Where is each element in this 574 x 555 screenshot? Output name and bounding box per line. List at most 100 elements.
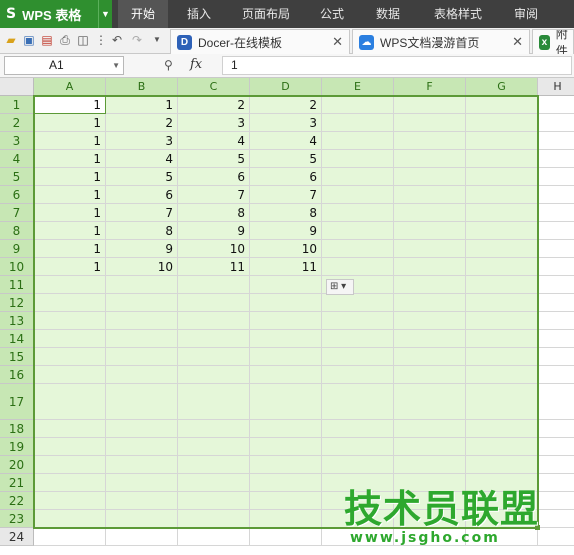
cell-g8[interactable] bbox=[466, 222, 538, 240]
cell-g5[interactable] bbox=[466, 168, 538, 186]
cell-a3[interactable]: 1 bbox=[34, 132, 106, 150]
cell-b10[interactable]: 10 bbox=[106, 258, 178, 276]
cell-c15[interactable] bbox=[178, 348, 250, 366]
cell-a13[interactable] bbox=[34, 312, 106, 330]
cell-a16[interactable] bbox=[34, 366, 106, 384]
cell-f16[interactable] bbox=[394, 366, 466, 384]
row-header-8[interactable]: 8 bbox=[0, 222, 34, 240]
cell-h14[interactable] bbox=[538, 330, 574, 348]
cell-d7[interactable]: 8 bbox=[250, 204, 322, 222]
cell-c11[interactable] bbox=[178, 276, 250, 294]
cell-b13[interactable] bbox=[106, 312, 178, 330]
cell-b16[interactable] bbox=[106, 366, 178, 384]
cell-g10[interactable] bbox=[466, 258, 538, 276]
cell-f8[interactable] bbox=[394, 222, 466, 240]
cell-a19[interactable] bbox=[34, 438, 106, 456]
print-preview-icon[interactable]: ◫ bbox=[76, 33, 90, 47]
cell-d1[interactable]: 2 bbox=[250, 96, 322, 114]
cell-d17[interactable] bbox=[250, 384, 322, 420]
cell-h12[interactable] bbox=[538, 294, 574, 312]
cell-b17[interactable] bbox=[106, 384, 178, 420]
row-header-23[interactable]: 23 bbox=[0, 510, 34, 528]
cell-a18[interactable] bbox=[34, 420, 106, 438]
cell-c21[interactable] bbox=[178, 474, 250, 492]
cell-d21[interactable] bbox=[250, 474, 322, 492]
cell-f9[interactable] bbox=[394, 240, 466, 258]
doc-tab-attachment[interactable]: x 附件 bbox=[532, 29, 574, 54]
cell-g6[interactable] bbox=[466, 186, 538, 204]
cell-e20[interactable] bbox=[322, 456, 394, 474]
cell-f19[interactable] bbox=[394, 438, 466, 456]
cell-a12[interactable] bbox=[34, 294, 106, 312]
cell-a15[interactable] bbox=[34, 348, 106, 366]
tab-home[interactable]: 开始 bbox=[118, 0, 168, 28]
cell-a4[interactable]: 1 bbox=[34, 150, 106, 168]
cell-h2[interactable] bbox=[538, 114, 574, 132]
cell-g15[interactable] bbox=[466, 348, 538, 366]
cell-e8[interactable] bbox=[322, 222, 394, 240]
cell-g11[interactable] bbox=[466, 276, 538, 294]
row-header-24[interactable]: 24 bbox=[0, 528, 34, 546]
select-all-corner[interactable] bbox=[0, 78, 34, 96]
cell-f2[interactable] bbox=[394, 114, 466, 132]
cell-e9[interactable] bbox=[322, 240, 394, 258]
row-header-4[interactable]: 4 bbox=[0, 150, 34, 168]
cell-g20[interactable] bbox=[466, 456, 538, 474]
cell-b11[interactable] bbox=[106, 276, 178, 294]
zoom-search-icon[interactable]: ⚲ bbox=[164, 58, 173, 72]
row-header-22[interactable]: 22 bbox=[0, 492, 34, 510]
row-header-20[interactable]: 20 bbox=[0, 456, 34, 474]
cell-d14[interactable] bbox=[250, 330, 322, 348]
cell-b7[interactable]: 7 bbox=[106, 204, 178, 222]
cell-c12[interactable] bbox=[178, 294, 250, 312]
cell-f3[interactable] bbox=[394, 132, 466, 150]
cell-g18[interactable] bbox=[466, 420, 538, 438]
cell-e15[interactable] bbox=[322, 348, 394, 366]
cell-e14[interactable] bbox=[322, 330, 394, 348]
doc-tab-docer[interactable]: D Docer-在线模板 ✕ bbox=[170, 29, 350, 54]
cell-d16[interactable] bbox=[250, 366, 322, 384]
cell-g14[interactable] bbox=[466, 330, 538, 348]
cell-e2[interactable] bbox=[322, 114, 394, 132]
cell-e16[interactable] bbox=[322, 366, 394, 384]
cell-e18[interactable] bbox=[322, 420, 394, 438]
row-header-16[interactable]: 16 bbox=[0, 366, 34, 384]
cell-h19[interactable] bbox=[538, 438, 574, 456]
cell-c19[interactable] bbox=[178, 438, 250, 456]
cell-b23[interactable] bbox=[106, 510, 178, 528]
cell-h6[interactable] bbox=[538, 186, 574, 204]
cell-c20[interactable] bbox=[178, 456, 250, 474]
cell-e6[interactable] bbox=[322, 186, 394, 204]
cell-f17[interactable] bbox=[394, 384, 466, 420]
cell-b24[interactable] bbox=[106, 528, 178, 546]
cell-c7[interactable]: 8 bbox=[178, 204, 250, 222]
cell-b19[interactable] bbox=[106, 438, 178, 456]
cell-a10[interactable]: 1 bbox=[34, 258, 106, 276]
cell-e10[interactable] bbox=[322, 258, 394, 276]
cell-g7[interactable] bbox=[466, 204, 538, 222]
auto-fill-options-button[interactable]: ⊞ ▾ bbox=[326, 279, 354, 295]
cell-f5[interactable] bbox=[394, 168, 466, 186]
cell-e7[interactable] bbox=[322, 204, 394, 222]
cell-a17[interactable] bbox=[34, 384, 106, 420]
cell-f15[interactable] bbox=[394, 348, 466, 366]
cell-f1[interactable] bbox=[394, 96, 466, 114]
chevron-down-icon[interactable]: ▼ bbox=[98, 0, 112, 28]
cell-d9[interactable]: 10 bbox=[250, 240, 322, 258]
row-header-3[interactable]: 3 bbox=[0, 132, 34, 150]
cell-b8[interactable]: 8 bbox=[106, 222, 178, 240]
cell-c23[interactable] bbox=[178, 510, 250, 528]
cell-d5[interactable]: 6 bbox=[250, 168, 322, 186]
cell-b18[interactable] bbox=[106, 420, 178, 438]
cell-a11[interactable] bbox=[34, 276, 106, 294]
doc-tab-wps-roaming[interactable]: ☁ WPS文档漫游首页 ✕ bbox=[352, 29, 530, 54]
cell-c18[interactable] bbox=[178, 420, 250, 438]
cell-f11[interactable] bbox=[394, 276, 466, 294]
cell-d6[interactable]: 7 bbox=[250, 186, 322, 204]
cell-d24[interactable] bbox=[250, 528, 322, 546]
cell-c10[interactable]: 11 bbox=[178, 258, 250, 276]
cell-g1[interactable] bbox=[466, 96, 538, 114]
cell-g13[interactable] bbox=[466, 312, 538, 330]
cell-a5[interactable]: 1 bbox=[34, 168, 106, 186]
cell-c2[interactable]: 3 bbox=[178, 114, 250, 132]
